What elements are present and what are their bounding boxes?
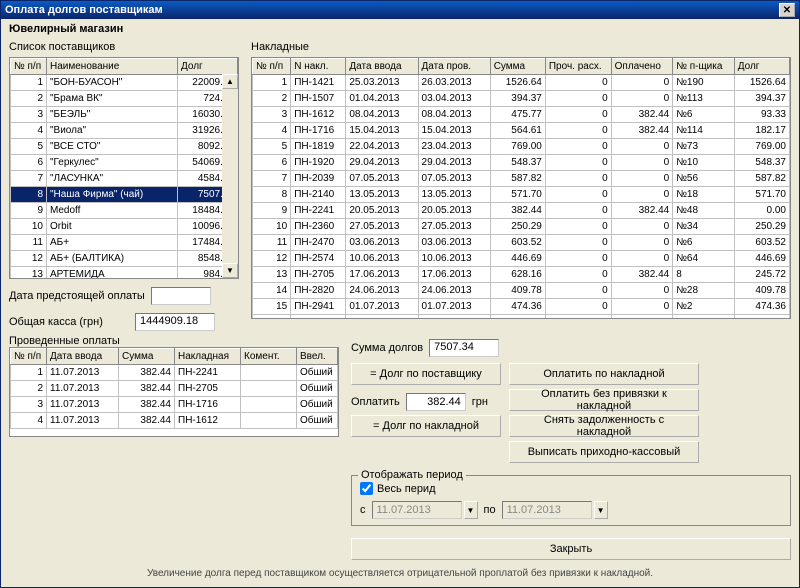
col-name[interactable]: Наименование [47, 59, 178, 75]
period-from-input [372, 501, 462, 519]
col-header[interactable]: № п/п [253, 59, 291, 75]
window: Оплата долгов поставщикам ✕ Ювелирный ма… [0, 0, 800, 588]
table-row[interactable]: 3ПН-161208.04.201308.04.2013475.770382.4… [253, 107, 790, 123]
debt-sum-value: 7507.34 [429, 339, 499, 357]
col-header[interactable]: Проч. расх. [545, 59, 611, 75]
period-title: Отображать период [358, 469, 466, 481]
suppliers-scrollbar[interactable]: ▲ ▼ [222, 74, 238, 278]
remove-debt-button[interactable]: Снять задолженность с накладной [509, 415, 699, 437]
table-row[interactable]: 2ПН-150701.04.201303.04.2013394.3700№113… [253, 91, 790, 107]
col-header[interactable]: Долг [734, 59, 789, 75]
col-header[interactable]: N накл. [291, 59, 346, 75]
table-row[interactable]: 9ПН-224120.05.201320.05.2013382.440382.4… [253, 203, 790, 219]
table-row[interactable]: 7ПН-203907.05.201307.05.2013587.8200№565… [253, 171, 790, 187]
col-header[interactable]: № п/п [11, 349, 47, 365]
suppliers-label: Список поставщиков [9, 41, 239, 53]
period-group: Отображать период Весь перид с ▼ по ▼ [351, 475, 791, 526]
table-row[interactable]: 6"Геркулес"54069.01 [11, 155, 238, 171]
table-row[interactable]: 2"Брама ВК"724.80 [11, 91, 238, 107]
table-row[interactable]: 411.07.2013382.44ПН-1612Обший [11, 413, 338, 429]
next-payment-label: Дата предстоящей оплаты [9, 290, 145, 302]
scroll-up-icon[interactable]: ▲ [222, 74, 238, 89]
payments-label: Проведенные оплаты [9, 335, 339, 347]
table-row[interactable]: 1ПН-142125.03.201326.03.20131526.6400№19… [253, 75, 790, 91]
period-all-checkbox[interactable] [360, 482, 373, 495]
col-header[interactable]: Сумма [490, 59, 545, 75]
table-row[interactable]: 5ПН-181922.04.201323.04.2013769.0000№737… [253, 139, 790, 155]
col-header[interactable]: Накладная [175, 349, 241, 365]
suppliers-table[interactable]: № п/п Наименование Долг 1"БОН-БУАСОН"220… [9, 57, 239, 279]
table-row[interactable]: 9Medoff18484.70 [11, 203, 238, 219]
debt-by-supplier-button[interactable]: = Долг по поставщику [351, 363, 501, 385]
table-row[interactable]: 8"Наша Фирма" (чай)7507.34 [11, 187, 238, 203]
total-cash-value: 1444909.18 [135, 313, 215, 331]
table-row[interactable]: 4"Виола"31926.63 [11, 123, 238, 139]
invoices-label: Накладные [251, 41, 791, 53]
pay-by-invoice-button[interactable]: Оплатить по накладной [509, 363, 699, 385]
table-row[interactable]: 211.07.2013382.44ПН-2705Обший [11, 381, 338, 397]
table-row[interactable]: 7"ЛАСУНКА"4584.16 [11, 171, 238, 187]
table-row[interactable]: 12ПН-257410.06.201310.06.2013446.6900№64… [253, 251, 790, 267]
col-n[interactable]: № п/п [11, 59, 47, 75]
dropdown-icon[interactable]: ▼ [594, 501, 608, 519]
table-row[interactable]: 13АРТЕМИДА984.27 [11, 267, 238, 279]
titlebar: Оплата долгов поставщикам ✕ [1, 1, 799, 19]
col-header[interactable]: Дата пров. [418, 59, 490, 75]
subtitle: Ювелирный магазин [1, 19, 799, 37]
scroll-down-icon[interactable]: ▼ [222, 263, 238, 278]
window-title: Оплата долгов поставщикам [5, 4, 163, 16]
table-row[interactable]: 5"ВСЕ СТО"8092.91 [11, 139, 238, 155]
table-row[interactable]: 111.07.2013382.44ПН-2241Обший [11, 365, 338, 381]
col-header[interactable]: Комент. [241, 349, 297, 365]
pay-no-invoice-button[interactable]: Оплатить без привязки к накладной [509, 389, 699, 411]
col-header[interactable]: № п-щика [673, 59, 735, 75]
table-row[interactable]: 15ПН-294101.07.201301.07.2013474.3600№24… [253, 299, 790, 315]
table-row[interactable]: 1"БОН-БУАСОН"22009.10 [11, 75, 238, 91]
table-row[interactable]: 11АБ+17484.10 [11, 235, 238, 251]
col-header[interactable]: Ввел. [297, 349, 338, 365]
table-row[interactable]: 12АБ+ (БАЛТИКА)8548.92 [11, 251, 238, 267]
close-icon[interactable]: ✕ [779, 3, 795, 17]
table-row[interactable]: 4ПН-171615.04.201315.04.2013564.610382.4… [253, 123, 790, 139]
col-debt[interactable]: Долг [178, 59, 238, 75]
col-header[interactable]: Дата ввода [47, 349, 119, 365]
col-header[interactable]: Оплачено [611, 59, 673, 75]
period-to-label: по [484, 504, 496, 516]
table-row[interactable]: 10Orbit10096.14 [11, 219, 238, 235]
table-row[interactable]: 3"БЕЭЛЬ"16030.45 [11, 107, 238, 123]
dropdown-icon[interactable]: ▼ [464, 501, 478, 519]
col-header[interactable]: Дата ввода [346, 59, 418, 75]
footer-note: Увеличение долга перед поставщиком осуще… [9, 564, 791, 581]
table-row[interactable]: 13ПН-270517.06.201317.06.2013628.160382.… [253, 267, 790, 283]
receipt-button[interactable]: Выписать приходно-кассовый [509, 441, 699, 463]
table-row[interactable]: 16ПН-305308.07.201308.07.2013403.5800№41… [253, 315, 790, 319]
debt-by-invoice-button[interactable]: = Долг по накладной [351, 415, 501, 437]
col-header[interactable]: Сумма [119, 349, 175, 365]
table-row[interactable]: 8ПН-214013.05.201313.05.2013571.7000№185… [253, 187, 790, 203]
pay-label: Оплатить [351, 396, 400, 408]
next-payment-input[interactable] [151, 287, 211, 305]
table-row[interactable]: 6ПН-192029.04.201329.04.2013548.3700№105… [253, 155, 790, 171]
invoices-table[interactable]: № п/пN накл.Дата вводаДата пров.СуммаПро… [251, 57, 791, 319]
table-row[interactable]: 10ПН-236027.05.201327.05.2013250.2900№34… [253, 219, 790, 235]
payments-table[interactable]: № п/пДата вводаСуммаНакладнаяКомент.Ввел… [9, 347, 339, 437]
table-row[interactable]: 14ПН-282024.06.201324.06.2013409.7800№28… [253, 283, 790, 299]
pay-unit: грн [472, 396, 488, 408]
table-row[interactable]: 311.07.2013382.44ПН-1716Обший [11, 397, 338, 413]
table-row[interactable]: 11ПН-247003.06.201303.06.2013603.5200№66… [253, 235, 790, 251]
close-button[interactable]: Закрыть [351, 538, 791, 560]
period-all-label: Весь перид [377, 483, 436, 495]
pay-input[interactable] [406, 393, 466, 411]
debt-sum-label: Сумма долгов [351, 342, 423, 354]
total-cash-label: Общая касса (грн) [9, 316, 129, 328]
period-to-input [502, 501, 592, 519]
period-from-label: с [360, 504, 366, 516]
